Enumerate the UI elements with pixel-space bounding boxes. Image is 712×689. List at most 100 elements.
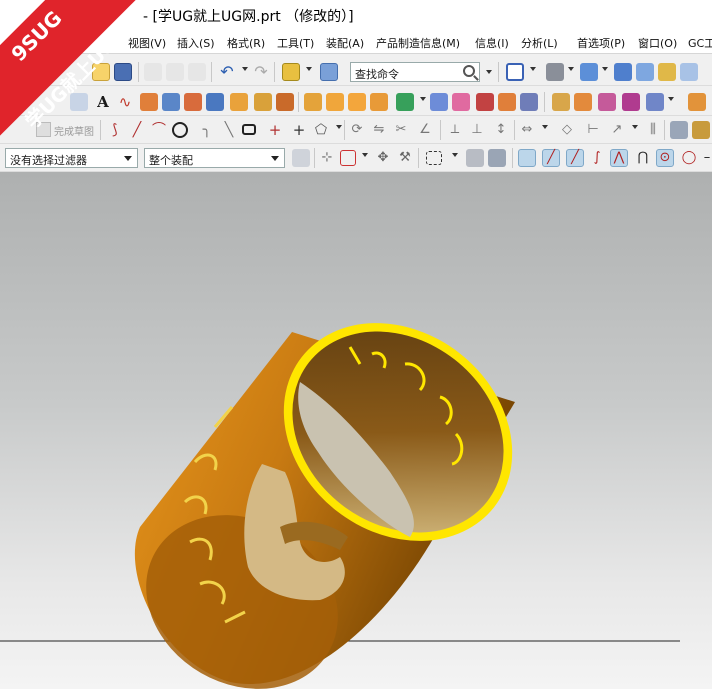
orient-dropdown-icon[interactable] bbox=[602, 67, 608, 71]
menu-view[interactable]: 视图(V) bbox=[128, 35, 166, 51]
draft-icon[interactable] bbox=[476, 93, 494, 111]
datum-plane-icon[interactable] bbox=[140, 93, 158, 111]
spline-icon[interactable]: ∿ bbox=[116, 93, 134, 111]
alternate-dropdown-icon[interactable] bbox=[632, 125, 638, 129]
chamfer-2d-icon[interactable]: ╲ bbox=[220, 121, 238, 139]
profile-icon[interactable]: ⟆ bbox=[106, 121, 124, 139]
quick-extend-icon[interactable]: ∠ bbox=[416, 121, 434, 139]
layer-icon[interactable] bbox=[658, 63, 676, 81]
make-corner-icon[interactable]: ⟂ bbox=[446, 121, 464, 139]
snap-end-icon[interactable] bbox=[340, 150, 356, 166]
fillet-icon[interactable]: ╮ bbox=[198, 121, 216, 139]
sketch-icon[interactable] bbox=[70, 93, 88, 111]
cylinder-model[interactable] bbox=[0, 172, 712, 689]
undo-dropdown-icon[interactable] bbox=[242, 67, 248, 71]
dimension-icon[interactable]: ↕ bbox=[492, 121, 510, 139]
arc-icon[interactable]: ⌒ bbox=[150, 121, 168, 139]
auto-dim-dropdown-icon[interactable] bbox=[542, 125, 548, 129]
offset-curve-icon[interactable]: ⟳ bbox=[348, 121, 366, 139]
body-display-icon[interactable] bbox=[646, 93, 664, 111]
feature-params-icon[interactable] bbox=[622, 93, 640, 111]
snap-more-icon[interactable]: – bbox=[702, 149, 712, 167]
command-finder-icon[interactable] bbox=[282, 63, 300, 81]
menu-preferences[interactable]: 首选项(P) bbox=[577, 35, 625, 51]
menu-format[interactable]: 格式(R) bbox=[227, 35, 265, 51]
relations-icon[interactable]: ⊢ bbox=[584, 121, 602, 139]
extrude-icon[interactable] bbox=[162, 93, 180, 111]
menu-info[interactable]: 信息(I) bbox=[475, 35, 509, 51]
shell-icon[interactable] bbox=[452, 93, 470, 111]
body-display-dropdown-icon[interactable] bbox=[668, 97, 674, 101]
shade-dropdown-icon[interactable] bbox=[568, 67, 574, 71]
circle-icon[interactable] bbox=[172, 122, 188, 138]
line-icon[interactable]: ╱ bbox=[128, 121, 146, 139]
menu-insert[interactable]: 插入(S) bbox=[177, 35, 215, 51]
blend-icon[interactable] bbox=[430, 93, 448, 111]
filter-icon[interactable] bbox=[292, 149, 310, 167]
quick-trim-icon[interactable]: ✂ bbox=[392, 121, 410, 139]
cut-icon[interactable] bbox=[144, 63, 162, 81]
snap-control-icon[interactable]: ⚒ bbox=[396, 149, 414, 167]
snap-curve-icon[interactable]: ∫ bbox=[588, 149, 606, 167]
open-icon[interactable] bbox=[92, 63, 110, 81]
command-search-input[interactable]: 查找命令 bbox=[350, 62, 480, 82]
rib-icon[interactable] bbox=[276, 93, 294, 111]
render-style-icon[interactable] bbox=[636, 63, 654, 81]
sketch-settings-icon[interactable] bbox=[670, 121, 688, 139]
layer-settings-icon[interactable] bbox=[680, 63, 698, 81]
boss-icon[interactable] bbox=[230, 93, 248, 111]
save-icon[interactable] bbox=[114, 63, 132, 81]
pocket-icon[interactable] bbox=[254, 93, 272, 111]
rectangle-icon[interactable] bbox=[242, 124, 256, 135]
snap-point-on-curve-icon[interactable]: ⋀ bbox=[610, 149, 628, 167]
body-icon[interactable] bbox=[488, 149, 506, 167]
shaded-cube-icon[interactable] bbox=[546, 63, 564, 81]
search-dropdown-icon[interactable] bbox=[486, 70, 492, 74]
constraint-icon[interactable]: ⊥ bbox=[468, 121, 486, 139]
snap-point-icon[interactable]: ⊹ bbox=[318, 149, 336, 167]
selection-filter-select[interactable]: 没有选择过滤器 bbox=[5, 148, 138, 168]
split-body-icon[interactable] bbox=[552, 93, 570, 111]
snap-intersection-icon[interactable]: ⋂ bbox=[634, 149, 652, 167]
thicken-icon[interactable] bbox=[498, 93, 516, 111]
box-select-dropdown-icon[interactable] bbox=[452, 153, 458, 157]
menu-assembly[interactable]: 装配(A) bbox=[326, 35, 364, 51]
alternate-solution-icon[interactable]: ↗ bbox=[608, 121, 626, 139]
view-menu-dropdown-icon[interactable] bbox=[530, 67, 536, 71]
point-icon[interactable]: + bbox=[290, 121, 308, 139]
menu-window[interactable]: 窗口(O) bbox=[638, 35, 677, 51]
snap-dropdown-icon[interactable] bbox=[362, 153, 368, 157]
text-icon[interactable]: A bbox=[94, 93, 112, 111]
sketch-layout-icon[interactable] bbox=[692, 121, 710, 139]
snap-enable-icon[interactable] bbox=[518, 149, 536, 167]
show-constraints-icon[interactable]: ◇ bbox=[558, 121, 576, 139]
view-menu-icon[interactable] bbox=[506, 63, 524, 81]
auto-dim-icon[interactable]: ⇔ bbox=[518, 121, 536, 139]
menu-analysis[interactable]: 分析(L) bbox=[521, 35, 558, 51]
trim-body-icon[interactable] bbox=[326, 93, 344, 111]
snap-mid-icon[interactable]: ✥ bbox=[374, 149, 392, 167]
snap-quadrant-icon[interactable]: ◯ bbox=[680, 149, 698, 167]
edit-feature-icon[interactable] bbox=[598, 93, 616, 111]
snap-tangent-icon[interactable]: ╱ bbox=[566, 149, 584, 167]
point-2d-icon[interactable]: + bbox=[266, 121, 284, 139]
chamfer-icon[interactable] bbox=[396, 93, 414, 111]
orient-view-icon[interactable] bbox=[580, 63, 598, 81]
hole-icon[interactable] bbox=[206, 93, 224, 111]
face-op-icon[interactable] bbox=[574, 93, 592, 111]
redo-icon[interactable]: ↷ bbox=[252, 63, 270, 81]
menu-pmi[interactable]: 产品制造信息(M) bbox=[376, 35, 460, 51]
undo-icon[interactable]: ↶ bbox=[218, 63, 236, 81]
inferred-constraints-icon[interactable]: ⫼ bbox=[644, 121, 662, 139]
selection-scope-select[interactable]: 整个装配 bbox=[144, 148, 285, 168]
menu-tools[interactable]: 工具(T) bbox=[277, 35, 314, 51]
wireframe-cube-icon[interactable] bbox=[614, 63, 632, 81]
pattern-icon[interactable] bbox=[348, 93, 366, 111]
command-finder-dropdown-icon[interactable] bbox=[306, 67, 312, 71]
chamfer-dropdown-icon[interactable] bbox=[420, 97, 426, 101]
revolve-icon[interactable] bbox=[184, 93, 202, 111]
polygon-dropdown-icon[interactable] bbox=[336, 125, 342, 129]
unite-icon[interactable] bbox=[370, 93, 388, 111]
search-icon[interactable] bbox=[463, 65, 475, 77]
mirror-curve-icon[interactable]: ⇋ bbox=[370, 121, 388, 139]
